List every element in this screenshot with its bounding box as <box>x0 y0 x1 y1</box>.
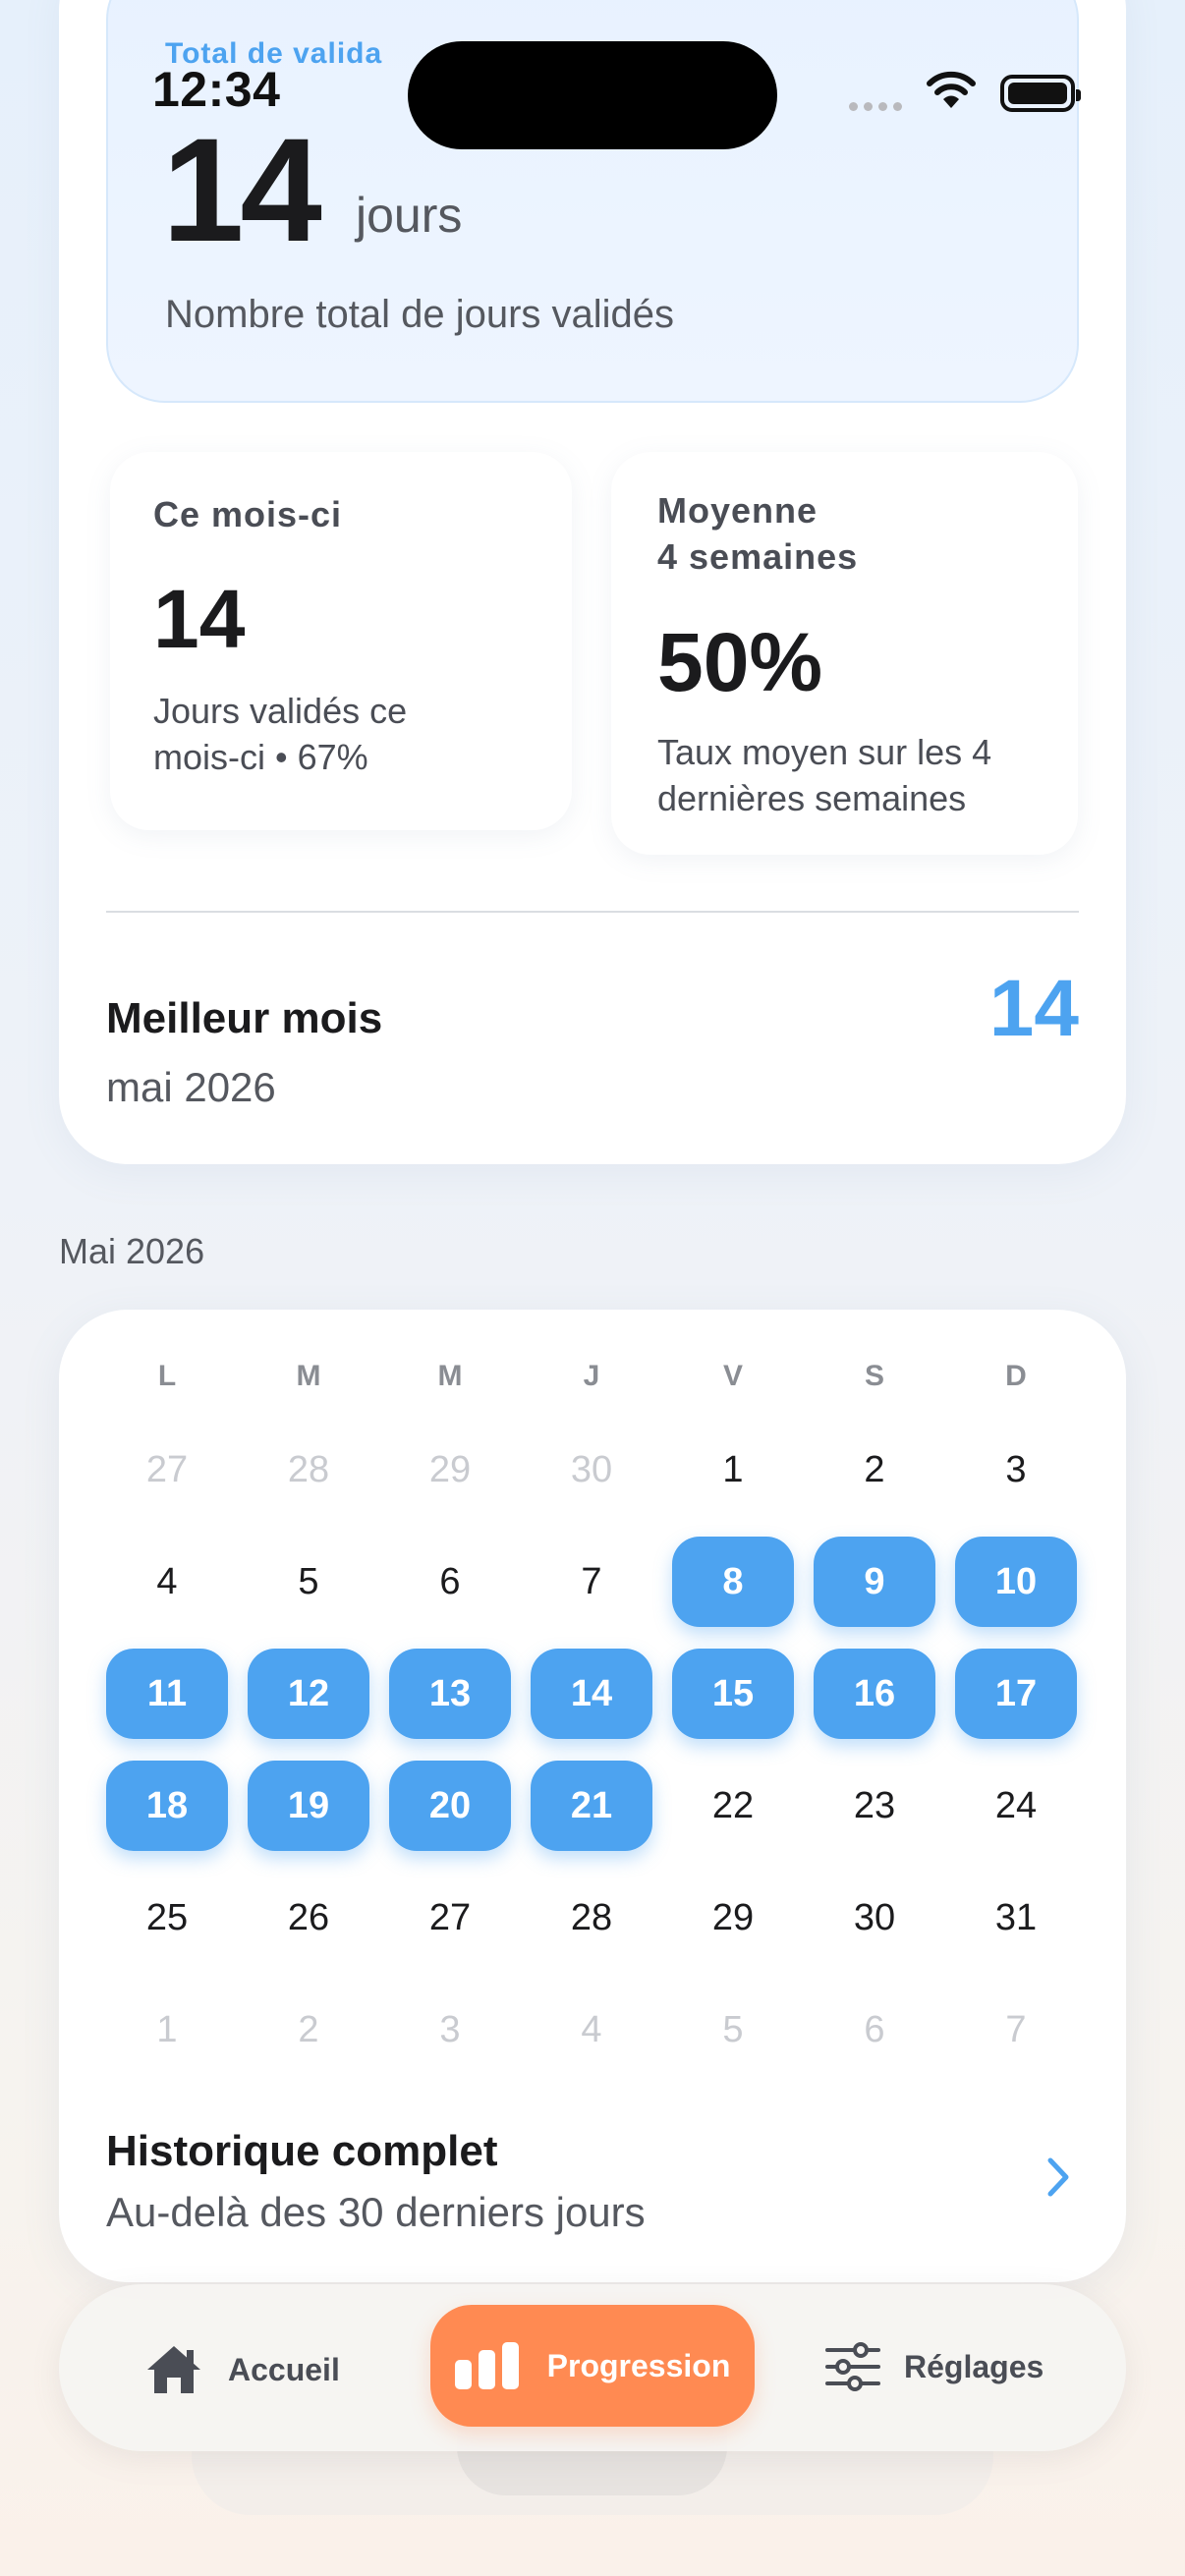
month-stat-card: Ce mois-ci 14 Jours validés ce mois-ci •… <box>110 452 572 830</box>
weekday-header: L <box>157 1360 177 1392</box>
month-stat-desc-line2: mois-ci • 67% <box>153 737 368 777</box>
calendar-day-outside-month[interactable]: 5 <box>672 1985 794 2075</box>
calendar-day-validated[interactable]: 10 <box>955 1537 1077 1627</box>
calendar-day-outside-month[interactable]: 6 <box>814 1985 935 2075</box>
calendar-day[interactable]: 3 <box>955 1425 1077 1515</box>
chevron-right-icon[interactable] <box>1046 2156 1070 2198</box>
average-stat-desc-line1: Taux moyen sur les 4 <box>657 732 992 772</box>
calendar-day[interactable]: 28 <box>531 1873 652 1963</box>
calendar-day-outside-month[interactable]: 2 <box>248 1985 369 2075</box>
calendar-day[interactable]: 6 <box>389 1537 511 1627</box>
tab-settings-label: Réglages <box>904 2348 1044 2384</box>
history-subtitle[interactable]: Au-delà des 30 derniers jours <box>106 2189 646 2236</box>
calendar-day[interactable]: 30 <box>814 1873 935 1963</box>
calendar-day-validated[interactable]: 8 <box>672 1537 794 1627</box>
tab-progress[interactable]: Progression <box>430 2305 755 2427</box>
calendar-day-validated[interactable]: 12 <box>248 1649 369 1739</box>
weekday-header: J <box>583 1360 600 1392</box>
calendar-day-validated[interactable]: 19 <box>248 1761 369 1851</box>
calendar-day-outside-month[interactable]: 1 <box>106 1985 228 2075</box>
cellular-signal-icon <box>849 102 902 111</box>
calendar-day-validated[interactable]: 18 <box>106 1761 228 1851</box>
calendar-day-validated[interactable]: 17 <box>955 1649 1077 1739</box>
best-month-name: mai 2026 <box>106 1064 276 1110</box>
tab-settings[interactable]: Réglages <box>825 2342 1044 2391</box>
calendar-day-validated[interactable]: 13 <box>389 1649 511 1739</box>
average-stat-title-line2: 4 semaines <box>657 536 859 577</box>
calendar-day-validated[interactable]: 20 <box>389 1761 511 1851</box>
calendar-day-validated[interactable]: 15 <box>672 1649 794 1739</box>
calendar-day-validated[interactable]: 9 <box>814 1537 935 1627</box>
tab-home-label: Accueil <box>228 2351 340 2387</box>
tab-progress-label: Progression <box>546 2347 731 2383</box>
total-value: 14 <box>162 107 322 272</box>
calendar-day-outside-month[interactable]: 3 <box>389 1985 511 2075</box>
bar-chart-icon <box>454 2342 519 2389</box>
calendar-day[interactable]: 24 <box>955 1761 1077 1851</box>
calendar-day-outside-month[interactable]: 30 <box>531 1425 652 1515</box>
weekday-header: V <box>722 1360 743 1392</box>
best-month-value: 14 <box>988 964 1079 1053</box>
house-icon <box>147 2346 200 2393</box>
calendar-day[interactable]: 1 <box>672 1425 794 1515</box>
calendar-day[interactable]: 7 <box>531 1537 652 1627</box>
calendar-day[interactable]: 26 <box>248 1873 369 1963</box>
sliders-icon <box>825 2342 880 2391</box>
calendar-day-validated[interactable]: 14 <box>531 1649 652 1739</box>
dynamic-island <box>408 41 777 149</box>
status-time: 12:34 <box>152 62 281 117</box>
calendar-month-label: Mai 2026 <box>59 1231 205 1271</box>
average-stat-desc-line2: dernières semaines <box>657 778 967 818</box>
calendar-day-outside-month[interactable]: 29 <box>389 1425 511 1515</box>
history-title[interactable]: Historique complet <box>106 2127 498 2176</box>
month-stat-title: Ce mois-ci <box>153 494 343 534</box>
calendar-day-outside-month[interactable]: 4 <box>531 1985 652 2075</box>
calendar-day[interactable]: 25 <box>106 1873 228 1963</box>
calendar-day[interactable]: 4 <box>106 1537 228 1627</box>
calendar-day-validated[interactable]: 21 <box>531 1761 652 1851</box>
weekday-header: S <box>864 1360 884 1392</box>
calendar-day[interactable]: 23 <box>814 1761 935 1851</box>
best-month-title: Meilleur mois <box>106 994 383 1042</box>
calendar-day-outside-month[interactable]: 27 <box>106 1425 228 1515</box>
tab-home[interactable]: Accueil <box>143 2342 340 2397</box>
total-unit: jours <box>356 188 463 243</box>
calendar-day-outside-month[interactable]: 28 <box>248 1425 369 1515</box>
weekday-header: D <box>1005 1360 1027 1392</box>
average-stat-value: 50% <box>657 616 823 708</box>
wifi-icon <box>927 71 976 108</box>
calendar-day-validated[interactable]: 16 <box>814 1649 935 1739</box>
calendar-day[interactable]: 2 <box>814 1425 935 1515</box>
calendar-day-outside-month[interactable]: 7 <box>955 1985 1077 2075</box>
average-stat-title-line1: Moyenne <box>657 490 818 531</box>
calendar-day-validated[interactable]: 11 <box>106 1649 228 1739</box>
calendar-day[interactable]: 31 <box>955 1873 1077 1963</box>
weekday-header: M <box>296 1360 321 1392</box>
average-stat-card: Moyenne 4 semaines 50% Taux moyen sur le… <box>611 452 1078 855</box>
calendar-day[interactable]: 22 <box>672 1761 794 1851</box>
total-description: Nombre total de jours validés <box>165 293 675 336</box>
month-stat-desc-line1: Jours validés ce <box>153 691 408 731</box>
month-stat-value: 14 <box>153 573 246 665</box>
calendar-day[interactable]: 29 <box>672 1873 794 1963</box>
weekday-header: M <box>437 1360 463 1392</box>
divider <box>106 911 1079 913</box>
battery-icon <box>1000 75 1081 112</box>
calendar-day[interactable]: 5 <box>248 1537 369 1627</box>
calendar-day[interactable]: 27 <box>389 1873 511 1963</box>
